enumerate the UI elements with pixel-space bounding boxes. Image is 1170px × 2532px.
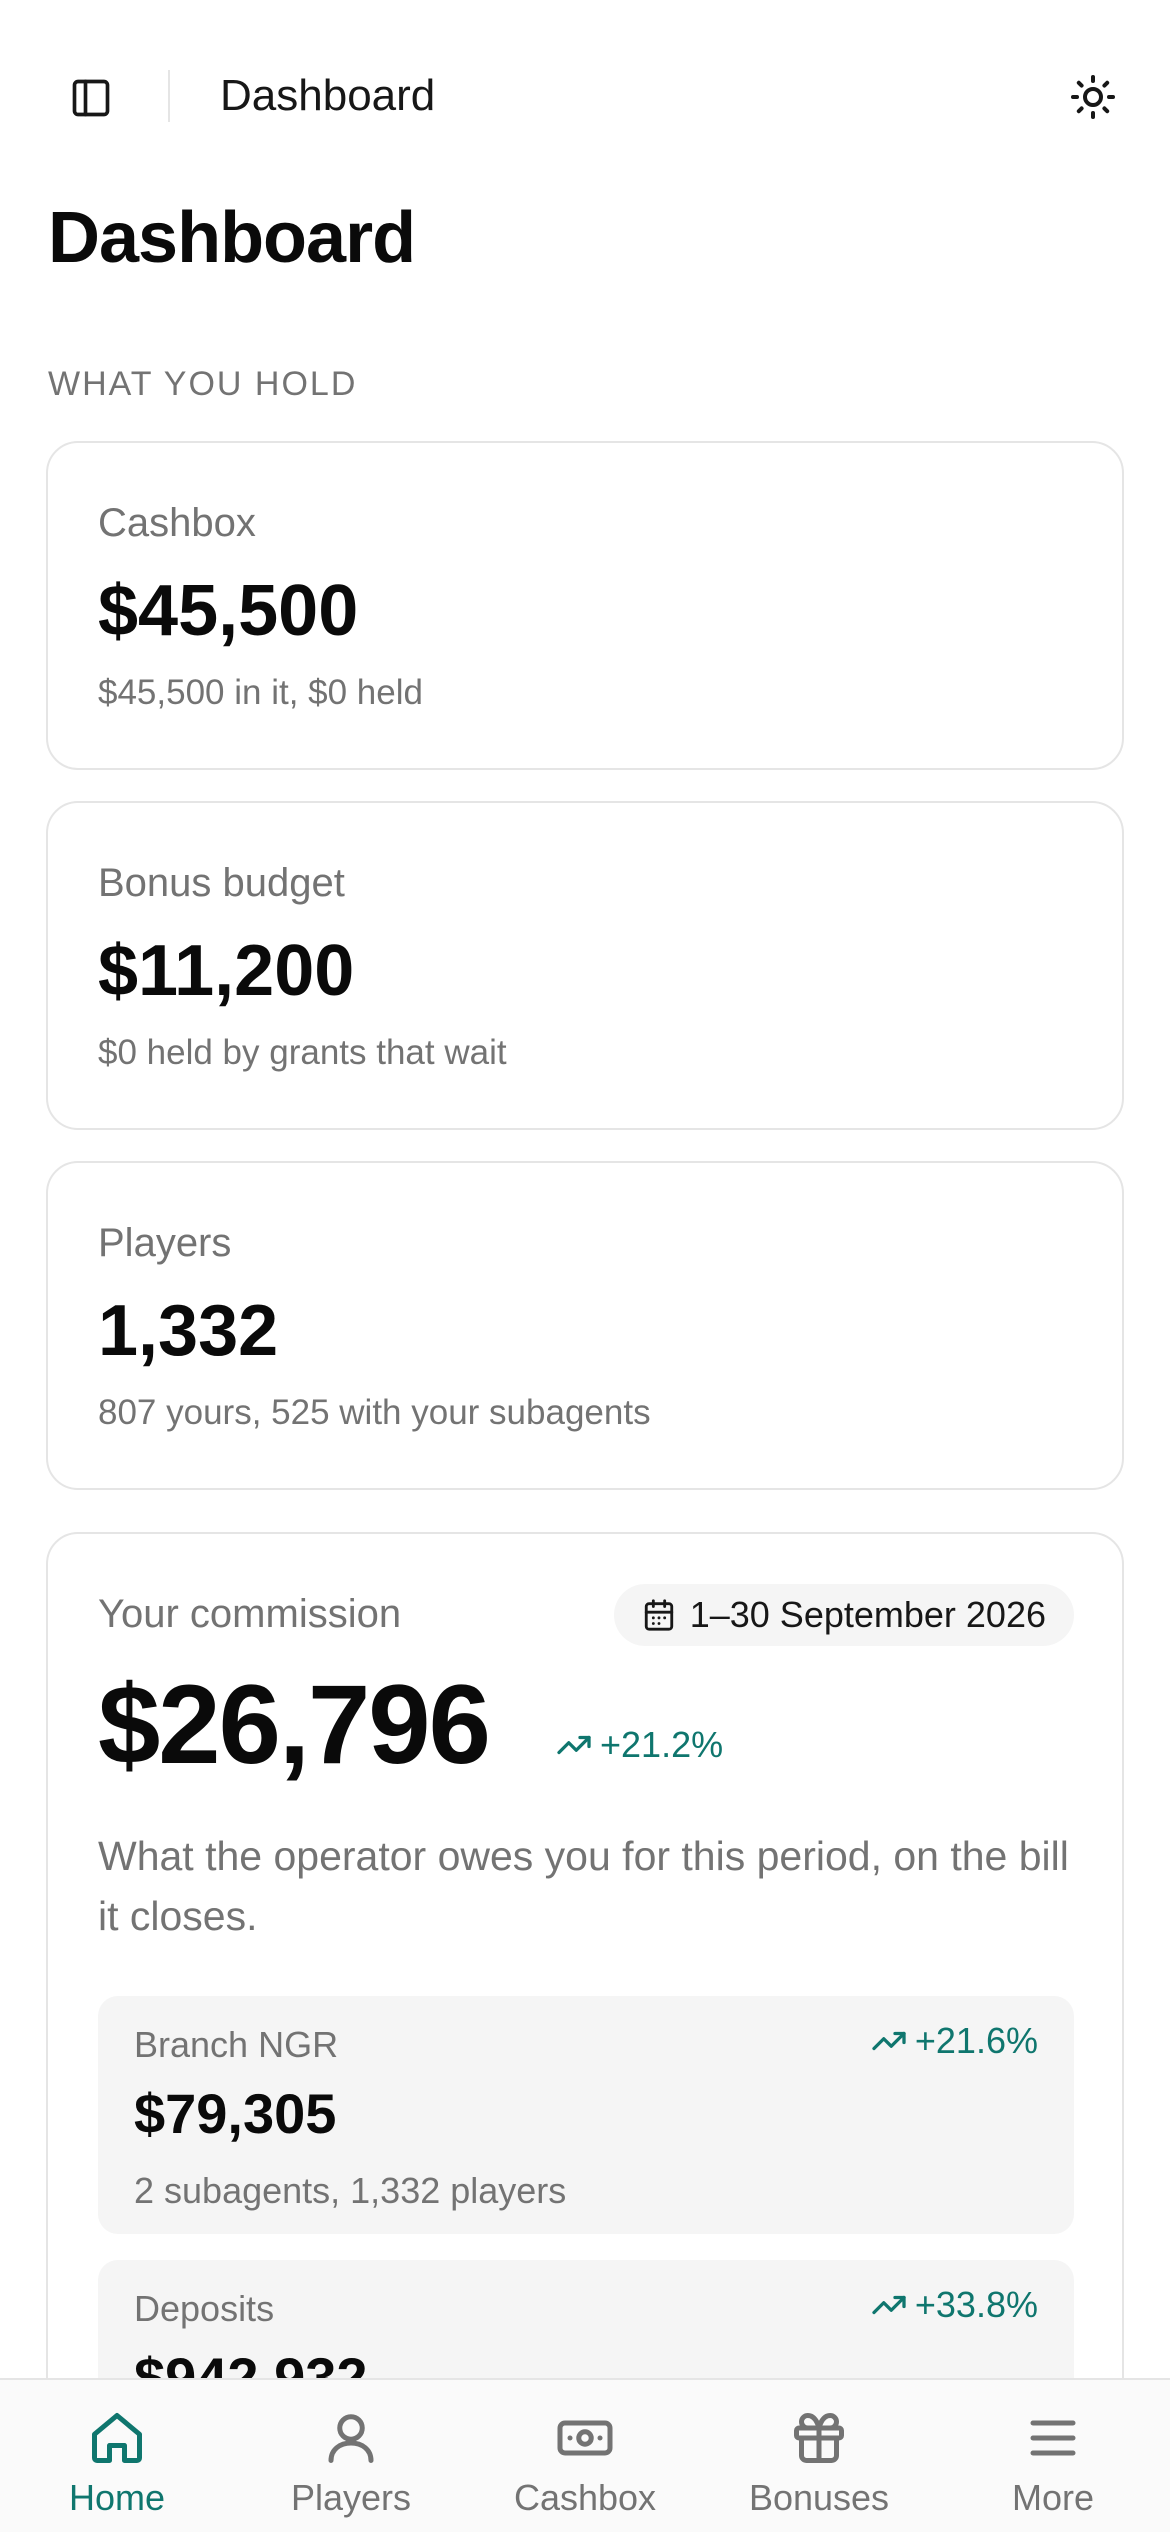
gift-icon [794,2413,844,2463]
header-divider [168,70,170,122]
commission-label: Your commission [98,1592,402,1636]
commission-trend: +21.2% [556,1724,723,1766]
sidebar-panel-icon [72,79,110,117]
nav-bonuses-label: Bonuses [748,2477,890,2518]
page: Dashboard Dashboard WHAT YOU HOLD Cashbo… [0,0,1170,2532]
nav-more-label: More [1011,2477,1095,2518]
branch-ngr-label: Branch NGR [134,2024,339,2065]
commission-trend-value: +21.2% [600,1724,724,1765]
sidebar-toggle-button[interactable] [64,71,118,125]
menu-icon [1030,2420,1076,2456]
cashbox-label: Cashbox [98,501,256,545]
nav-cashbox[interactable]: Cashbox [468,2380,702,2532]
nav-home-label: Home [68,2477,166,2518]
branch-ngr-value: $79,305 [134,2082,337,2145]
deposits-trend: +33.8% [871,2284,1038,2326]
period-label: 1–30 September 2026 [689,1594,1046,1635]
nav-bonuses[interactable]: Bonuses [702,2380,936,2532]
banknote-icon [557,2420,613,2456]
bottom-nav: Home Players Cashbox Bonuses More [0,2378,1170,2532]
sun-icon [1071,75,1115,119]
deposits-label: Deposits [134,2288,275,2329]
trending-up-icon [557,1735,591,1755]
nav-cashbox-label: Cashbox [513,2477,657,2518]
branch-ngr-sub: 2 subagents, 1,332 players [134,2170,567,2211]
cashbox-value: $45,500 [98,571,359,651]
bonus-budget-sub: $0 held by grants that wait [98,1033,507,1072]
players-card[interactable]: Players 1,332 807 yours, 525 with your s… [46,1161,1124,1490]
branch-ngr-card[interactable]: Branch NGR +21.6% $79,305 2 subagents, 1… [98,1996,1074,2234]
trending-up-icon [872,2295,906,2315]
cashbox-card[interactable]: Cashbox $45,500 $45,500 in it, $0 held [46,441,1124,770]
trending-up-icon [872,2031,906,2051]
bonus-budget-label: Bonus budget [98,861,345,905]
top-bar: Dashboard [0,0,1170,194]
period-picker[interactable]: 1–30 September 2026 [613,1584,1074,1646]
branch-ngr-trend: +21.6% [871,2020,1038,2062]
theme-toggle-button[interactable] [1066,70,1120,124]
players-label: Players [98,1221,232,1265]
breadcrumb: Dashboard [220,71,436,120]
branch-ngr-trend-value: +21.6% [914,2020,1038,2061]
calendar-icon [644,1599,673,1631]
nav-players[interactable]: Players [234,2380,468,2532]
commission-description: What the operator owes you for this peri… [98,1833,1069,1939]
nav-home[interactable]: Home [0,2380,234,2532]
section-label: WHAT YOU HOLD [48,365,358,403]
cashbox-sub: $45,500 in it, $0 held [98,673,423,712]
user-icon [328,2414,374,2463]
page-title: Dashboard [48,198,416,278]
players-value: 1,332 [98,1291,279,1371]
nav-more[interactable]: More [936,2380,1170,2532]
nav-players-label: Players [290,2477,412,2518]
bonus-budget-value: $11,200 [98,931,355,1011]
commission-value: $26,796 [98,1662,491,1787]
bonus-budget-card[interactable]: Bonus budget $11,200 $0 held by grants t… [46,801,1124,1130]
home-icon [92,2413,142,2463]
players-sub: 807 yours, 525 with your subagents [98,1393,651,1432]
deposits-trend-value: +33.8% [914,2284,1038,2325]
